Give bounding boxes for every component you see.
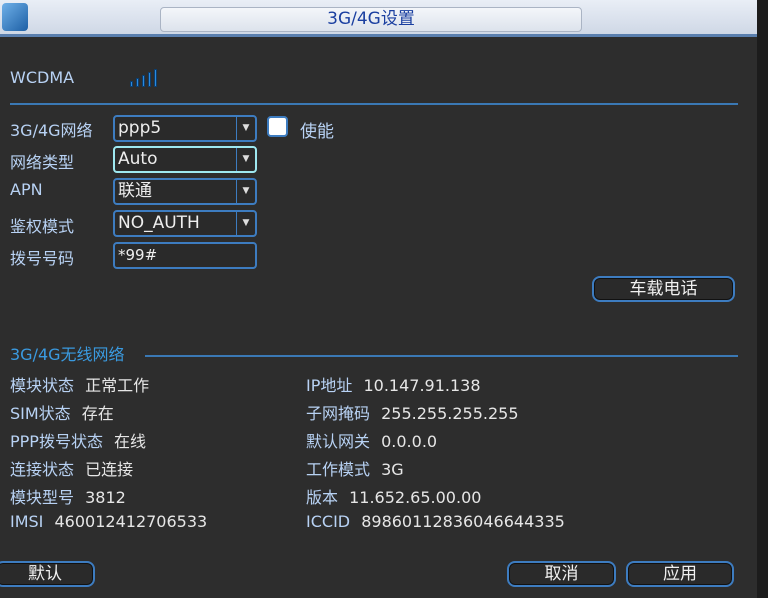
- cancel-button[interactable]: 取消: [507, 561, 616, 587]
- info-value: 89860112836046644335: [361, 512, 565, 531]
- info-row: IMSI 460012412706533: [10, 512, 207, 531]
- info-value: 正常工作: [85, 376, 150, 395]
- info-label: IMSI: [10, 512, 44, 531]
- info-row: ICCID 89860112836046644335: [306, 512, 565, 531]
- dial-input[interactable]: *99#: [113, 242, 257, 269]
- auth-label: 鉴权模式: [10, 217, 75, 236]
- info-row: 连接状态 已连接: [10, 456, 133, 480]
- info-label: 模块状态: [10, 376, 75, 395]
- section-divider: [145, 355, 738, 357]
- 3g-logo-icon: [2, 3, 28, 31]
- apn-select[interactable]: 联通 ▼: [113, 178, 257, 205]
- info-label: ICCID: [306, 512, 351, 531]
- info-label: 工作模式: [306, 460, 371, 479]
- info-row: 工作模式 3G: [306, 456, 404, 480]
- default-button[interactable]: 默认: [0, 561, 95, 587]
- title-bar: 3G/4G设置: [0, 0, 757, 37]
- net-type-label: 网络类型: [10, 153, 75, 172]
- info-row: SIM状态 存在: [10, 400, 114, 424]
- info-label: IP地址: [306, 376, 353, 395]
- info-row: 默认网关 0.0.0.0: [306, 428, 437, 452]
- chevron-down-icon: ▼: [236, 117, 255, 140]
- network-type-label: WCDMA: [10, 68, 75, 87]
- info-label: SIM状态: [10, 404, 71, 423]
- info-value: 0.0.0.0: [381, 432, 438, 451]
- apn-value: 联通: [118, 181, 152, 201]
- info-row: 版本 11.652.65.00.00: [306, 484, 481, 508]
- info-row: PPP拨号状态 在线: [10, 428, 146, 452]
- info-row: IP地址 10.147.91.138: [306, 372, 481, 396]
- chevron-down-icon: ▼: [236, 148, 255, 171]
- info-label: PPP拨号状态: [10, 432, 103, 451]
- section-title: 3G/4G无线网络: [10, 345, 125, 364]
- info-row: 模块型号 3812: [10, 484, 126, 508]
- info-label: 版本: [306, 488, 339, 507]
- window-title: 3G/4G设置: [160, 7, 582, 32]
- info-label: 模块型号: [10, 488, 75, 507]
- network-select[interactable]: ppp5 ▼: [113, 115, 257, 142]
- net-type-value: Auto: [118, 149, 158, 169]
- network-value: ppp5: [118, 118, 162, 138]
- info-value: 11.652.65.00.00: [349, 488, 482, 507]
- info-row: 模块状态 正常工作: [10, 372, 149, 396]
- auth-value: NO_AUTH: [118, 213, 200, 233]
- divider: [10, 103, 738, 105]
- dial-label: 拨号号码: [10, 249, 75, 268]
- settings-window: 3G/4G设置 WCDMA 3G/4G网络 ppp5 ▼ 使能 网络类型 Auto…: [0, 0, 757, 598]
- chevron-down-icon: ▼: [236, 180, 255, 203]
- apn-label: APN: [10, 180, 43, 199]
- signal-strength-icon: [130, 68, 160, 87]
- info-row: 子网掩码 255.255.255.255: [306, 400, 519, 424]
- enable-label: 使能: [300, 122, 334, 142]
- auth-select[interactable]: NO_AUTH ▼: [113, 210, 257, 237]
- info-label: 子网掩码: [306, 404, 371, 423]
- apply-button[interactable]: 应用: [626, 561, 734, 587]
- info-label: 连接状态: [10, 460, 75, 479]
- info-value: 255.255.255.255: [381, 404, 519, 423]
- info-value: 在线: [114, 432, 147, 451]
- info-label: 默认网关: [306, 432, 371, 451]
- net-type-select[interactable]: Auto ▼: [113, 146, 257, 173]
- car-phone-button[interactable]: 车载电话: [592, 276, 735, 302]
- network-label: 3G/4G网络: [10, 121, 93, 140]
- info-value: 460012412706533: [54, 512, 208, 531]
- info-value: 10.147.91.138: [363, 376, 481, 395]
- info-value: 已连接: [85, 460, 134, 479]
- chevron-down-icon: ▼: [236, 212, 255, 235]
- info-value: 3812: [85, 488, 126, 507]
- enable-checkbox[interactable]: [267, 116, 288, 137]
- info-value: 3G: [381, 460, 404, 479]
- info-value: 存在: [81, 404, 114, 423]
